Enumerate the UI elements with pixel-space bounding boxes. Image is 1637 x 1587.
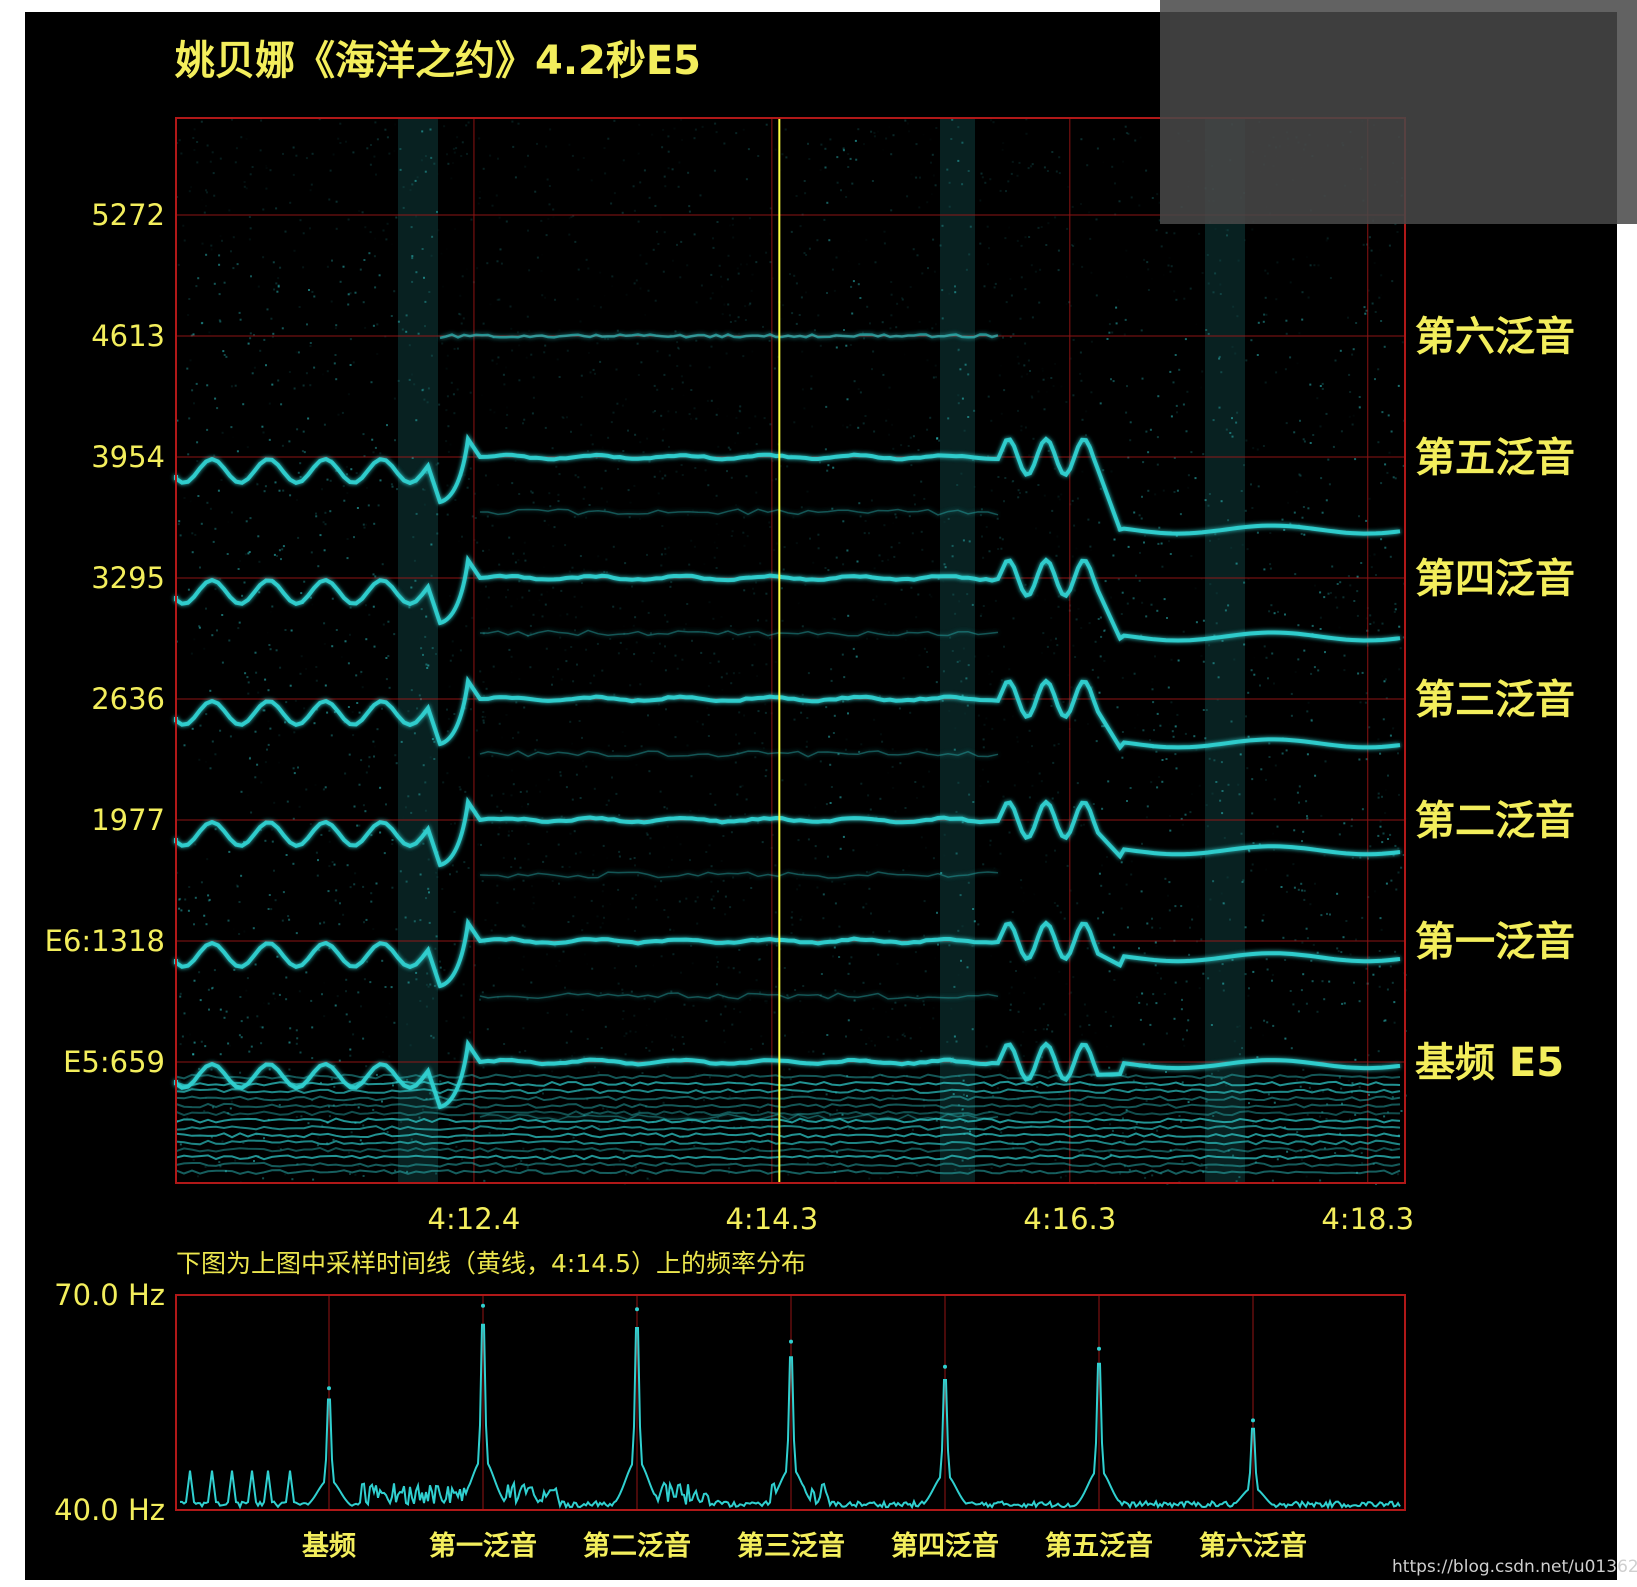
spectrum-x-labels: 基频 第一泛音 第二泛音 第三泛音 第四泛音 第五泛音 第六泛音 <box>302 1530 1307 1562</box>
spectrum-x-label: 第四泛音 <box>891 1530 999 1562</box>
spectrum-x-label: 基频 <box>302 1531 356 1562</box>
overlay-rect <box>1160 0 1637 224</box>
noise-column <box>398 118 438 1183</box>
spectrum-y-label: 70.0 Hz <box>54 1278 165 1312</box>
spectrum-y-labels: 70.0 Hz 40.0 Hz <box>54 1278 165 1527</box>
peak-point <box>789 1339 793 1344</box>
spectrum-x-label: 第六泛音 <box>1199 1530 1307 1562</box>
x-tick-label: 4:18.3 <box>1321 1202 1414 1236</box>
y-tick-label: E6:1318 <box>45 924 165 958</box>
y-tick-label: 2636 <box>91 682 165 716</box>
y-tick-label: 3954 <box>91 440 165 474</box>
harmonic-label: 第二泛音 <box>1415 798 1575 844</box>
spectrum-x-label: 第五泛音 <box>1045 1530 1153 1562</box>
spectrum-grid <box>328 1295 1254 1510</box>
noise-column <box>940 118 975 1183</box>
y-tick-label: 4613 <box>91 319 165 353</box>
y-tick-label: 3295 <box>91 561 165 595</box>
watermark: https://blog.csdn.net/u013625492 <box>1392 1557 1637 1577</box>
x-tick-label: 4:14.3 <box>725 1202 818 1236</box>
harmonic-label: 第六泛音 <box>1415 314 1575 360</box>
x-axis-labels: 4:12.4 4:14.3 4:16.3 4:18.3 <box>428 1202 1415 1236</box>
peak-point <box>635 1307 639 1312</box>
spectrum-x-label: 第一泛音 <box>429 1530 537 1562</box>
spectrum-x-label: 第二泛音 <box>583 1530 691 1562</box>
peak-point <box>481 1303 485 1308</box>
spectrogram-plot-area <box>174 117 1407 1185</box>
harmonic-label: 基频 E5 <box>1415 1040 1564 1086</box>
y-tick-label: E5:659 <box>63 1045 165 1079</box>
peak-point <box>327 1386 331 1391</box>
spectrum-x-label: 第三泛音 <box>737 1530 845 1562</box>
x-tick-label: 4:16.3 <box>1023 1202 1116 1236</box>
noise-column <box>1205 118 1245 1183</box>
peak-point <box>1097 1346 1101 1351</box>
spectrum-trace <box>180 1323 1401 1510</box>
x-tick-label: 4:12.4 <box>428 1202 521 1236</box>
peak-point <box>1251 1418 1255 1423</box>
harmonic-label: 第五泛音 <box>1415 435 1575 481</box>
y-tick-label: 5272 <box>91 198 165 232</box>
spectrum-chart: 70.0 Hz 40.0 Hz 基频 第一泛音 第二泛音 第三泛音 第四泛音 第五泛音 第六泛音 <box>54 1278 1406 1562</box>
y-axis-labels: 5272 4613 3954 3295 2636 1977 E6:1318 E5:659 <box>45 198 165 1079</box>
y-tick-label: 1977 <box>91 803 165 837</box>
harmonic-labels: 第六泛音第五泛音第四泛音第三泛音第二泛音第一泛音基频 E5 <box>1415 314 1575 1086</box>
spectrum-plot-area <box>175 1294 1406 1511</box>
peak-point <box>943 1364 947 1369</box>
harmonic-label: 第四泛音 <box>1415 556 1575 602</box>
spectrum-y-label: 40.0 Hz <box>54 1493 165 1527</box>
harmonic-label: 第三泛音 <box>1415 677 1575 723</box>
harmonic-label: 第一泛音 <box>1415 919 1575 965</box>
